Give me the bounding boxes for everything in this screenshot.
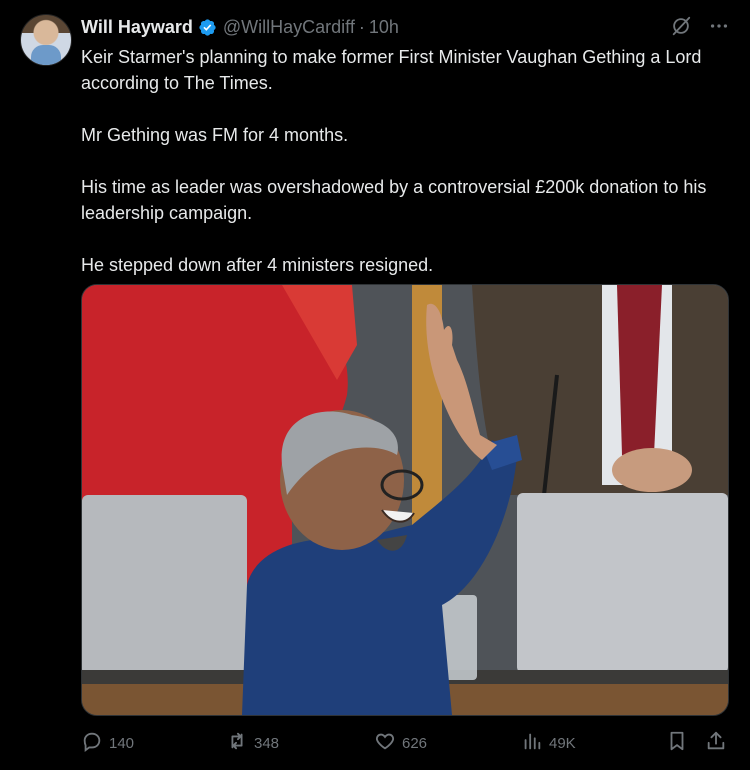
repost-icon [226,730,248,756]
share-icon [705,730,727,756]
grok-icon[interactable] [670,15,692,37]
action-bar: 140 348 626 49K [81,728,731,758]
tweet-paragraph: His time as leader was overshadowed by a… [81,177,707,223]
bookmark-button[interactable] [666,728,688,758]
like-button[interactable]: 626 [374,728,427,758]
tweet-text: Keir Starmer's planning to make former F… [81,44,731,304]
verified-badge-icon [198,18,217,37]
more-icon[interactable] [708,15,730,37]
repost-button[interactable]: 348 [226,728,279,758]
reply-button[interactable]: 140 [81,728,134,758]
share-button[interactable] [705,728,727,758]
author-name[interactable]: Will Hayward [81,17,193,38]
reply-count: 140 [109,734,135,752]
views-count: 49K [549,734,576,752]
tweet-paragraph: He stepped down after 4 ministers resign… [81,255,434,275]
bookmark-icon [666,730,688,756]
tweet-paragraph: Mr Gething was FM for 4 months. [81,125,349,145]
like-icon [374,730,396,756]
tweet-photo[interactable] [81,284,729,716]
timestamp[interactable]: 10h [369,17,399,38]
reply-icon [81,730,103,756]
tweet-header: Will Hayward @WillHayCardiff · 10h [81,15,730,39]
views-icon [521,730,543,756]
author-handle[interactable]: @WillHayCardiff [223,17,355,38]
tweet[interactable]: Will Hayward @WillHayCardiff · 10h Keir … [0,0,750,770]
tweet-paragraph: Keir Starmer's planning to make former F… [81,47,702,93]
avatar[interactable] [20,14,72,66]
separator-dot: · [358,16,365,37]
views-button[interactable]: 49K [521,728,576,758]
repost-count: 348 [254,734,280,752]
like-count: 626 [402,734,428,752]
